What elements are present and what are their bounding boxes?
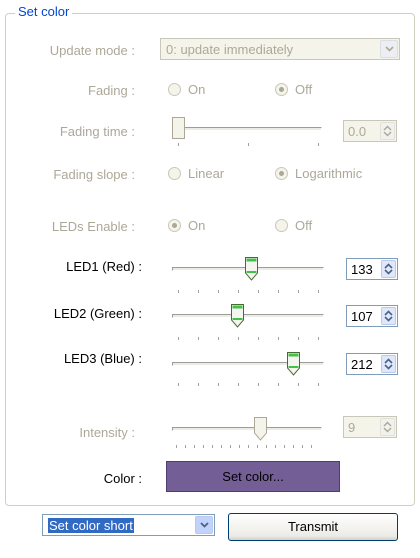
color-label: Color : bbox=[103, 471, 142, 486]
led1-label: LED1 (Red) : bbox=[66, 259, 142, 274]
intensity-ticks bbox=[176, 445, 318, 449]
update-mode-value: 0: update immediately bbox=[166, 42, 294, 57]
fading-on-radio: On bbox=[168, 82, 205, 97]
intensity-slider-thumb bbox=[254, 417, 267, 444]
intensity-spinner: 9 bbox=[343, 416, 397, 438]
fading-on-label: On bbox=[188, 82, 206, 97]
fading-slope-label: Fading slope : bbox=[53, 167, 135, 182]
fading-time-label: Fading time : bbox=[59, 124, 135, 139]
leds-enable-off-radio: Off bbox=[275, 218, 312, 233]
update-mode-select: 0: update immediately bbox=[160, 38, 400, 60]
command-select[interactable]: Set color short bbox=[42, 514, 215, 536]
fading-time-value: 0.0 bbox=[348, 124, 367, 139]
fading-slope-linear-radio: Linear bbox=[168, 166, 224, 181]
spin-arrows-icon[interactable] bbox=[381, 260, 396, 278]
led3-ticks bbox=[178, 383, 320, 387]
leds-enable-label: LEDs Enable : bbox=[51, 219, 135, 234]
group-title: Set color bbox=[15, 4, 73, 19]
led2-slider-track[interactable] bbox=[172, 314, 324, 318]
intensity-label: Intensity : bbox=[79, 425, 135, 440]
led3-spinner[interactable]: 212 bbox=[346, 353, 398, 375]
led2-ticks bbox=[178, 337, 320, 341]
linear-label: Linear bbox=[188, 166, 225, 181]
set-color-button[interactable]: Set color... bbox=[166, 461, 340, 492]
led1-value[interactable]: 133 bbox=[351, 262, 373, 277]
spin-arrows-icon bbox=[380, 122, 395, 140]
update-mode-label: Update mode : bbox=[49, 43, 135, 58]
fading-slope-log-radio: Logarithmic bbox=[275, 166, 362, 181]
fading-time-slider-track bbox=[172, 127, 322, 131]
leds-enable-on-radio: On bbox=[168, 218, 205, 233]
transmit-button[interactable]: Transmit bbox=[228, 513, 398, 541]
led3-slider-track[interactable] bbox=[172, 362, 324, 366]
chevron-down-icon bbox=[380, 40, 398, 58]
spin-arrows-icon[interactable] bbox=[381, 355, 396, 373]
spin-arrows-icon bbox=[380, 418, 395, 436]
led2-slider-thumb[interactable] bbox=[231, 304, 244, 331]
led1-ticks bbox=[178, 290, 320, 294]
led2-spinner[interactable]: 107 bbox=[346, 305, 398, 327]
fading-off-label: Off bbox=[295, 82, 313, 97]
leds-off-label: Off bbox=[295, 218, 313, 233]
fading-time-slider-thumb bbox=[172, 117, 185, 142]
logarithmic-label: Logarithmic bbox=[295, 166, 363, 181]
led3-value[interactable]: 212 bbox=[351, 357, 373, 372]
command-value[interactable]: Set color short bbox=[48, 518, 134, 533]
led2-label: LED2 (Green) : bbox=[53, 306, 142, 321]
led2-value[interactable]: 107 bbox=[351, 309, 373, 324]
intensity-value: 9 bbox=[348, 420, 356, 435]
intensity-slider-track bbox=[172, 427, 322, 431]
leds-on-label: On bbox=[188, 218, 206, 233]
fading-off-radio: Off bbox=[275, 82, 312, 97]
led1-slider-thumb[interactable] bbox=[245, 257, 258, 284]
led3-label: LED3 (Blue) : bbox=[63, 351, 142, 366]
led3-slider-thumb[interactable] bbox=[287, 352, 300, 379]
chevron-down-icon[interactable] bbox=[195, 516, 213, 534]
fading-time-ticks bbox=[178, 143, 319, 147]
spin-arrows-icon[interactable] bbox=[381, 307, 396, 325]
fading-time-spinner: 0.0 bbox=[343, 120, 397, 142]
led1-spinner[interactable]: 133 bbox=[346, 258, 398, 280]
fading-label: Fading : bbox=[88, 83, 135, 98]
